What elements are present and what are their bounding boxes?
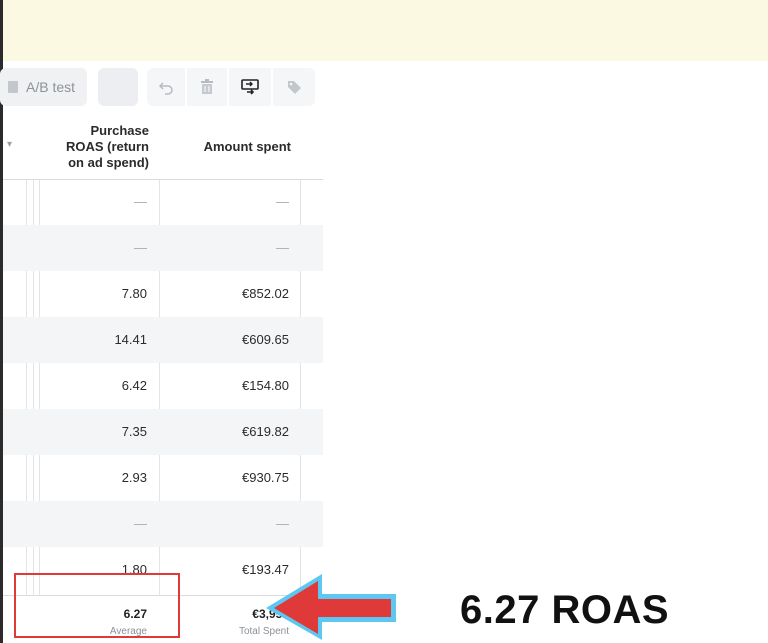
- table-row[interactable]: — —: [3, 179, 323, 225]
- table-row[interactable]: — —: [3, 225, 323, 271]
- roas-cell: —: [134, 194, 147, 209]
- tag-button[interactable]: [273, 68, 315, 106]
- amount-spent-cell: €609.65: [242, 332, 289, 347]
- undo-button[interactable]: [147, 68, 185, 106]
- roas-cell: —: [134, 240, 147, 255]
- table-header: ▾ Purchase ROAS (return on ad spend) Amo…: [3, 115, 323, 180]
- amount-spent-cell: —: [276, 194, 289, 209]
- sort-caret-icon[interactable]: ▾: [7, 139, 12, 150]
- trash-icon: [201, 79, 213, 94]
- column-header-purchase-roas[interactable]: Purchase ROAS (return on ad spend): [43, 123, 149, 171]
- ads-table: ▾ Purchase ROAS (return on ad spend) Amo…: [3, 115, 323, 643]
- header-line: Purchase: [90, 123, 149, 138]
- undo-icon: [158, 82, 173, 95]
- top-banner: [3, 0, 768, 61]
- amount-spent-cell: €930.75: [242, 470, 289, 485]
- duplicate-icon: [241, 79, 259, 95]
- amount-spent-cell: —: [276, 240, 289, 255]
- amount-spent-cell: €852.02: [242, 286, 289, 301]
- roas-cell: 6.42: [121, 378, 147, 393]
- table-row[interactable]: 14.41 €609.65: [3, 317, 323, 363]
- tag-icon: [288, 81, 301, 94]
- amount-spent-cell: —: [276, 516, 289, 531]
- highlight-box: [14, 573, 180, 638]
- duplicate-button[interactable]: [229, 68, 271, 106]
- table-row[interactable]: 6.42 €154.80: [3, 363, 323, 409]
- table-row[interactable]: 2.93 €930.75: [3, 455, 323, 501]
- ab-test-button[interactable]: A/B test: [0, 68, 87, 106]
- header-line: on ad spend): [68, 155, 149, 170]
- flask-icon: [8, 81, 18, 93]
- pointer-arrow-icon: [266, 574, 396, 640]
- column-header-amount-spent[interactable]: Amount spent: [163, 139, 291, 154]
- amount-spent-cell: €619.82: [242, 424, 289, 439]
- roas-cell: 7.80: [121, 286, 147, 301]
- roas-cell: 14.41: [114, 332, 147, 347]
- amount-spent-cell: €154.80: [242, 378, 289, 393]
- header-line: ROAS (return: [65, 139, 149, 154]
- roas-cell: 2.93: [121, 470, 147, 485]
- roas-callout-text: 6.27 ROAS: [460, 588, 670, 632]
- delete-button[interactable]: [187, 68, 227, 106]
- table-row[interactable]: 7.80 €852.02: [3, 271, 323, 317]
- roas-cell: 7.35: [121, 424, 147, 439]
- ab-test-label: A/B test: [26, 79, 76, 95]
- disabled-button[interactable]: [98, 68, 138, 106]
- table-row[interactable]: — —: [3, 501, 323, 547]
- table-row[interactable]: 7.35 €619.82: [3, 409, 323, 455]
- roas-cell: —: [134, 516, 147, 531]
